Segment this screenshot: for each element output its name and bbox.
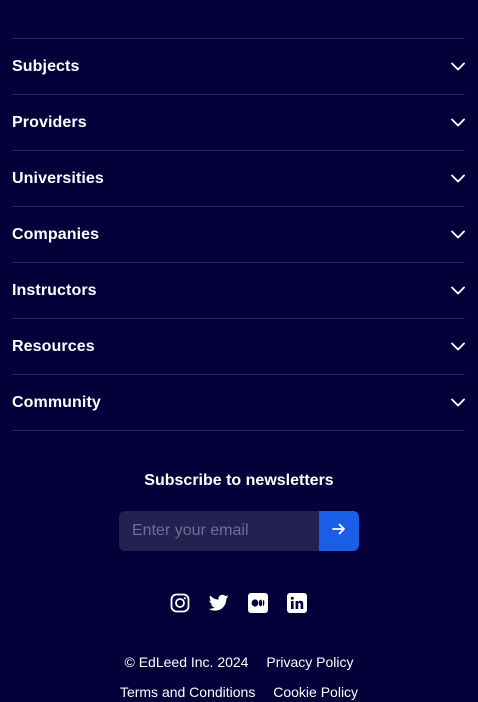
twitter-icon[interactable] <box>209 593 229 613</box>
privacy-policy-link[interactable]: Privacy Policy <box>266 654 353 670</box>
terms-link[interactable]: Terms and Conditions <box>120 684 255 700</box>
accordion-item-companies[interactable]: Companies <box>12 207 465 263</box>
accordion-item-resources[interactable]: Resources <box>12 319 465 375</box>
copyright-text: © EdLeed Inc. 2024 <box>124 654 249 670</box>
accordion-item-community[interactable]: Community <box>12 375 465 431</box>
instagram-icon[interactable] <box>170 593 190 613</box>
chevron-down-icon <box>451 340 465 354</box>
accordion-label: Subjects <box>12 57 80 75</box>
accordion-label: Community <box>12 393 101 411</box>
accordion-item-providers[interactable]: Providers <box>12 95 465 151</box>
accordion-item-instructors[interactable]: Instructors <box>12 263 465 319</box>
chevron-down-icon <box>451 228 465 242</box>
cookie-policy-link[interactable]: Cookie Policy <box>273 684 358 700</box>
chevron-down-icon <box>451 116 465 130</box>
subscribe-button[interactable] <box>319 511 359 551</box>
chevron-down-icon <box>451 172 465 186</box>
linkedin-icon[interactable] <box>287 593 307 613</box>
accordion-item-universities[interactable]: Universities <box>12 151 465 207</box>
footer-accordion: Subjects Providers Universities Companie… <box>12 38 465 431</box>
social-links <box>170 593 307 613</box>
accordion-label: Resources <box>12 337 95 355</box>
accordion-label: Universities <box>12 169 104 187</box>
accordion-item-subjects[interactable]: Subjects <box>12 39 465 95</box>
newsletter-title: Subscribe to newsletters <box>144 472 334 489</box>
email-field[interactable] <box>119 511 319 551</box>
medium-icon[interactable] <box>248 593 268 613</box>
accordion-label: Providers <box>12 113 87 131</box>
footer-legal-row: © EdLeed Inc. 2024 Privacy Policy <box>0 654 478 670</box>
newsletter-form <box>119 511 359 551</box>
accordion-label: Instructors <box>12 281 97 299</box>
footer-links-row: Terms and Conditions Cookie Policy <box>0 684 478 700</box>
chevron-down-icon <box>451 60 465 74</box>
chevron-down-icon <box>451 284 465 298</box>
chevron-down-icon <box>451 396 465 410</box>
accordion-label: Companies <box>12 225 100 243</box>
arrow-right-icon <box>332 522 346 540</box>
